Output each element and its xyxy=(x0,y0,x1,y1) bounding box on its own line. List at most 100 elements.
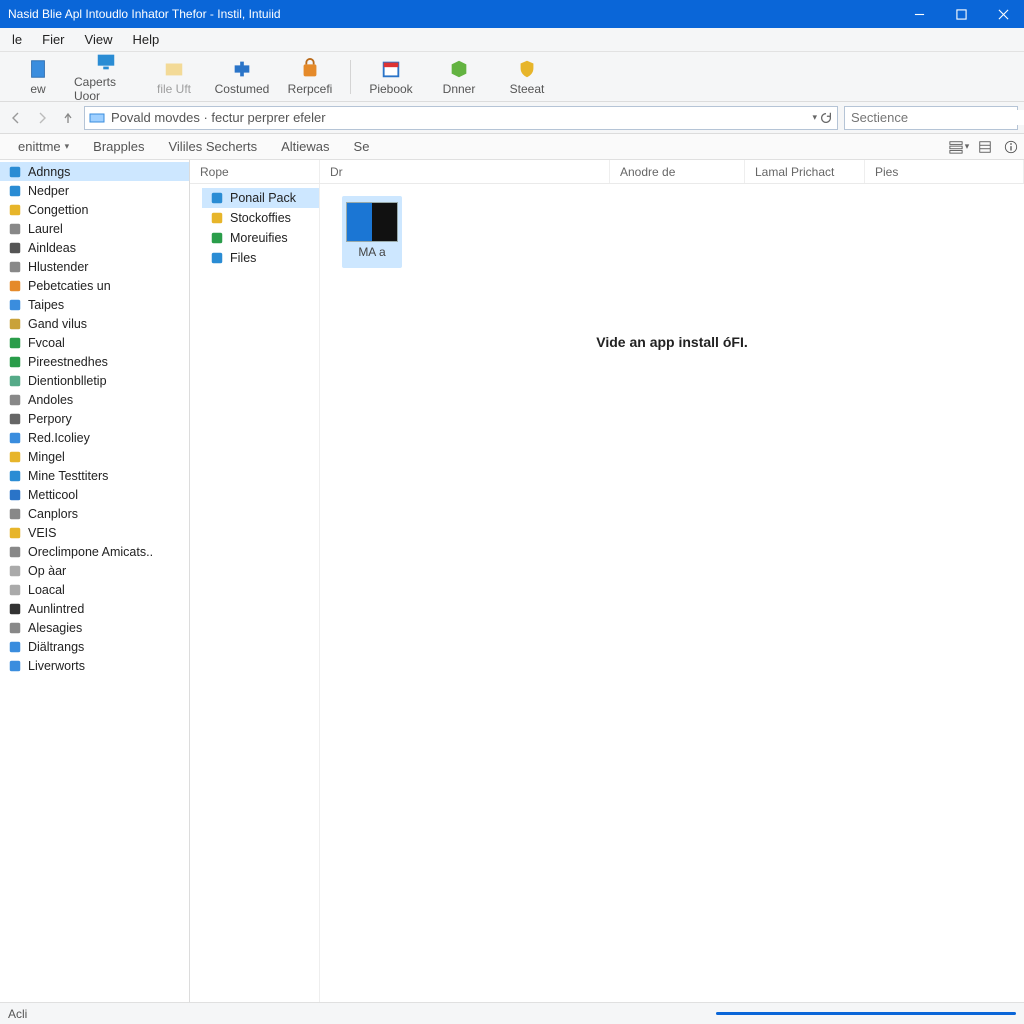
category-item[interactable]: Stockoffies xyxy=(202,208,319,228)
menu-view[interactable]: View xyxy=(75,29,123,50)
tab-3[interactable]: Altiewas xyxy=(269,134,341,159)
tree-icon xyxy=(8,469,22,483)
sidebar-item-label: Ainldeas xyxy=(28,241,76,255)
sidebar-item[interactable]: Adnngs xyxy=(0,162,189,181)
cube-icon xyxy=(448,58,470,80)
toolbar-separator xyxy=(350,60,351,94)
sidebar-item[interactable]: Alesagies xyxy=(0,618,189,637)
sidebar-item-label: VEIS xyxy=(28,526,57,540)
sidebar-item-label: Nedper xyxy=(28,184,69,198)
shield-icon xyxy=(516,58,538,80)
tree-icon xyxy=(8,621,22,635)
nav-up-button[interactable] xyxy=(58,108,78,128)
nav-forward-button[interactable] xyxy=(32,108,52,128)
sidebar-item-label: Mingel xyxy=(28,450,65,464)
nav-back-button[interactable] xyxy=(6,108,26,128)
address-input[interactable] xyxy=(111,110,806,125)
toolbar-btn-7[interactable]: Dnner xyxy=(427,56,491,98)
category-item[interactable]: Files xyxy=(202,248,319,268)
sidebar-item[interactable]: Laurel xyxy=(0,219,189,238)
close-button[interactable] xyxy=(982,0,1024,28)
tree-icon xyxy=(8,298,22,312)
sidebar-item-label: Loacal xyxy=(28,583,65,597)
sidebar-item[interactable]: Hlustender xyxy=(0,257,189,276)
titlebar: Nasid Blie Apl Intoudlo Inhator Thefor -… xyxy=(0,0,1024,28)
empty-message: Vide an app install óFI. xyxy=(320,334,1024,350)
view-details-button[interactable]: ▾ xyxy=(946,134,972,159)
menu-le[interactable]: le xyxy=(2,29,32,50)
toolbar-btn-2[interactable]: file Uft xyxy=(142,56,206,98)
column-header[interactable]: Rope xyxy=(190,160,320,183)
sidebar-item[interactable]: Pebetcaties un xyxy=(0,276,189,295)
address-box[interactable]: ▾ xyxy=(84,106,838,130)
sidebar-item[interactable]: Ainldeas xyxy=(0,238,189,257)
tree-icon xyxy=(8,564,22,578)
tree-icon xyxy=(8,659,22,673)
tree-icon xyxy=(8,507,22,521)
sidebar-item[interactable]: Liverworts xyxy=(0,656,189,675)
sidebar-item[interactable]: Loacal xyxy=(0,580,189,599)
sidebar-item[interactable]: Perpory xyxy=(0,409,189,428)
menubar: le Fier View Help xyxy=(0,28,1024,52)
toolbar-btn-6[interactable]: Piebook xyxy=(359,56,423,98)
sidebar-item[interactable]: Red.Icoliey xyxy=(0,428,189,447)
sidebar-item[interactable]: Andoles xyxy=(0,390,189,409)
sidebar-item-label: Gand vilus xyxy=(28,317,87,331)
sidebar-item-label: Alesagies xyxy=(28,621,82,635)
sidebar-item[interactable]: Op àar xyxy=(0,561,189,580)
sidebar-item[interactable]: Aunlintred xyxy=(0,599,189,618)
view-list-button[interactable] xyxy=(972,134,998,159)
toolbar-btn-4[interactable]: Rerpcefi xyxy=(278,56,342,98)
bag-icon xyxy=(299,58,321,80)
column-header[interactable]: Anodre de xyxy=(610,160,745,183)
tab-0[interactable]: enittme▾ xyxy=(6,134,81,159)
sidebar-item[interactable]: Mine Testtiters xyxy=(0,466,189,485)
sidebar-item[interactable]: Nedper xyxy=(0,181,189,200)
sidebar-item[interactable]: Diältrangs xyxy=(0,637,189,656)
sidebar-item-label: Perpory xyxy=(28,412,72,426)
toolbar-btn-3[interactable]: Costumed xyxy=(210,56,274,98)
tree-icon xyxy=(8,279,22,293)
toolbar-btn-1[interactable]: Caperts Uoor xyxy=(74,49,138,105)
sidebar-item[interactable]: Congettion xyxy=(0,200,189,219)
sidebar-item-label: Op àar xyxy=(28,564,66,578)
search-box[interactable] xyxy=(844,106,1018,130)
sidebar-item[interactable]: Dientionblletip xyxy=(0,371,189,390)
tree-icon xyxy=(8,317,22,331)
tabs-row: enittme▾ Brapples Vililes Secherts Altie… xyxy=(0,134,1024,160)
tab-2[interactable]: Vililes Secherts xyxy=(156,134,269,159)
status-accent xyxy=(716,1012,1016,1015)
sidebar-item[interactable]: Pireestnedhes xyxy=(0,352,189,371)
minimize-button[interactable] xyxy=(898,0,940,28)
sidebar-item[interactable]: Oreclimpone Amicats.. xyxy=(0,542,189,561)
sidebar-item[interactable]: Canplors xyxy=(0,504,189,523)
column-header[interactable]: Pies xyxy=(865,160,1024,183)
menu-help[interactable]: Help xyxy=(122,29,169,50)
toolbar-btn-0[interactable]: ew xyxy=(6,56,70,98)
tab-4[interactable]: Se xyxy=(342,134,382,159)
category-item[interactable]: Moreuifies xyxy=(202,228,319,248)
search-input[interactable] xyxy=(851,110,1024,125)
sidebar-item[interactable]: Gand vilus xyxy=(0,314,189,333)
calendar-icon xyxy=(380,58,402,80)
category-item[interactable]: Ponail Pack xyxy=(202,188,319,208)
sidebar-item[interactable]: Metticool xyxy=(0,485,189,504)
sidebar-item[interactable]: VEIS xyxy=(0,523,189,542)
maximize-button[interactable] xyxy=(940,0,982,28)
chevron-down-icon[interactable]: ▾ xyxy=(812,112,817,123)
column-header[interactable]: Dr xyxy=(320,160,610,183)
tree-icon xyxy=(8,431,22,445)
refresh-icon[interactable] xyxy=(819,111,833,125)
sidebar-item[interactable]: Mingel xyxy=(0,447,189,466)
info-button[interactable] xyxy=(998,134,1024,159)
sidebar-item-label: Taipes xyxy=(28,298,64,312)
item-thumbnail[interactable]: MA a xyxy=(336,196,408,268)
toolbar-btn-8[interactable]: Steeat xyxy=(495,56,559,98)
sidebar-item-label: Diältrangs xyxy=(28,640,84,654)
sidebar-item[interactable]: Fvcoal xyxy=(0,333,189,352)
category-item-label: Stockoffies xyxy=(230,211,291,225)
sidebar-item[interactable]: Taipes xyxy=(0,295,189,314)
menu-fier[interactable]: Fier xyxy=(32,29,74,50)
tab-1[interactable]: Brapples xyxy=(81,134,156,159)
column-header[interactable]: Lamal Prichact xyxy=(745,160,865,183)
